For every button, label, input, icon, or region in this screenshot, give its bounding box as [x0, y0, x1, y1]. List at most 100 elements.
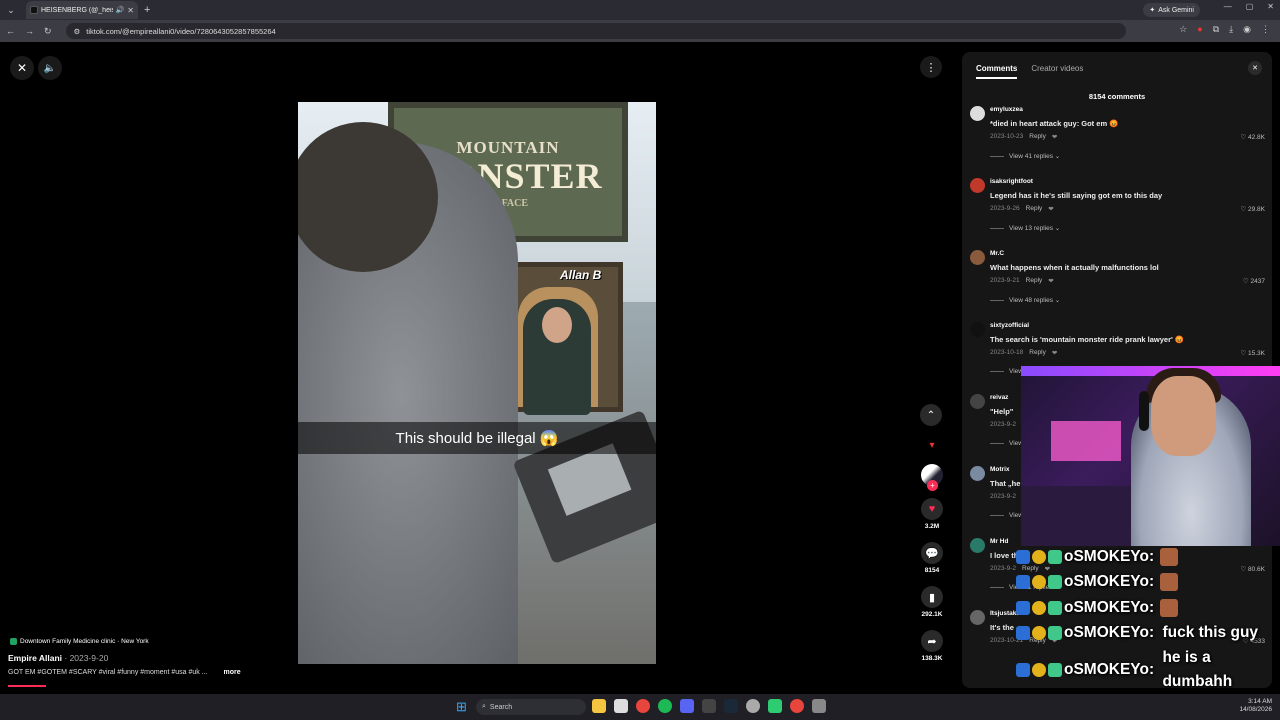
extensions-puzzle-icon[interactable]: ⧉ — [1213, 24, 1219, 35]
chat-text: fuck this guy — [1162, 624, 1259, 642]
commenter-avatar[interactable] — [970, 178, 985, 193]
save-action[interactable]: ▮ 292.1K — [921, 586, 943, 618]
commenter-avatar[interactable] — [970, 466, 985, 481]
tab-comments[interactable]: Comments — [976, 64, 1018, 79]
site-info-icon[interactable]: ⚙ — [74, 27, 81, 36]
reply-button[interactable]: Reply — [1026, 277, 1043, 285]
media-play-icon[interactable] — [768, 699, 782, 713]
view-replies-button[interactable]: View — [990, 512, 1023, 519]
back-icon[interactable]: ← — [6, 26, 15, 36]
comment-like-count[interactable]: ♡ 42.8K — [1240, 133, 1265, 141]
window-close-icon[interactable]: ✕ — [1267, 2, 1274, 11]
commenter-name[interactable]: Mr Hd — [990, 538, 1008, 545]
chat-message: oSMOKEYo: — [1016, 595, 1278, 621]
chrome-icon[interactable] — [636, 699, 650, 713]
comment-meta: 2023-10-18 Reply ❤ — [990, 349, 1057, 357]
browser-tab-active[interactable]: HEISENBERG (@_heisenbe 🔊 ✕ — [26, 1, 138, 19]
store-icon[interactable] — [614, 699, 628, 713]
comment-like-count[interactable]: ♡ 29.8K — [1240, 205, 1265, 213]
obs-icon[interactable] — [746, 699, 760, 713]
downloads-icon[interactable]: ⤓ — [1229, 24, 1233, 35]
share-action[interactable]: ➦ 138.3K — [921, 630, 943, 662]
video-player[interactable]: MOUNTAIN MONSTER IN FACE Allan B This sh… — [298, 102, 656, 664]
system-clock[interactable]: 3:14 AM 14/08/2026 — [1239, 698, 1272, 714]
more-link[interactable]: more — [224, 669, 241, 676]
app-icon[interactable] — [812, 699, 826, 713]
commenter-avatar[interactable] — [970, 106, 985, 121]
tab-creator-videos[interactable]: Creator videos — [1031, 64, 1083, 79]
clock-date: 14/08/2026 — [1239, 706, 1272, 713]
close-video-button[interactable]: ✕ — [10, 56, 34, 80]
chrome-active-icon[interactable] — [790, 699, 804, 713]
taskbar-search-label: Search — [489, 703, 513, 711]
maximize-icon[interactable]: ▢ — [1246, 2, 1254, 11]
terminal-icon[interactable] — [702, 699, 716, 713]
commenter-avatar[interactable] — [970, 538, 985, 553]
author-name[interactable]: Empire Allani — [8, 653, 62, 663]
view-replies-button[interactable]: View 13 replies ⌄ — [990, 224, 1060, 232]
steam-icon[interactable] — [724, 699, 738, 713]
extension-red-icon[interactable]: ● — [1197, 24, 1202, 35]
commenter-name[interactable]: reivaz — [990, 394, 1008, 401]
taskbar-search[interactable]: ⌕ Search — [476, 699, 586, 715]
profile-avatar-icon[interactable]: ◉ — [1243, 24, 1251, 35]
commenter-avatar[interactable] — [970, 610, 985, 625]
commenter-avatar[interactable] — [970, 322, 985, 337]
chat-message: oSMOKEYo: — [1016, 570, 1278, 596]
chat-username[interactable]: oSMOKEYo: — [1064, 548, 1154, 566]
comment-bubble-icon[interactable]: 💬 — [921, 542, 943, 564]
reply-button[interactable]: Reply — [1029, 133, 1046, 141]
like-action[interactable]: ♥ 3.2M — [921, 498, 943, 530]
windows-start-icon[interactable]: ⊞ — [456, 700, 470, 714]
view-replies-button[interactable]: View 41 replies ⌄ — [990, 152, 1060, 160]
ask-gemini-button[interactable]: ✦ Ask Gemini — [1143, 3, 1200, 17]
view-replies-button[interactable]: View — [990, 368, 1023, 375]
comment-likes-value: 2437 — [1250, 278, 1265, 285]
tab-search-icon[interactable]: ⌄ — [4, 3, 18, 17]
tab-close-icon[interactable]: ✕ — [127, 6, 134, 15]
chat-username[interactable]: oSMOKEYo: — [1064, 624, 1154, 642]
browser-menu-icon[interactable]: ⋮ — [1261, 24, 1270, 35]
commenter-avatar[interactable] — [970, 394, 985, 409]
commenter-name[interactable]: sixtyzofficial — [990, 322, 1029, 329]
panel-close-icon[interactable]: ✕ — [1248, 61, 1262, 75]
commenter-name[interactable]: Mr.C — [990, 250, 1004, 257]
discord-icon[interactable] — [680, 699, 694, 713]
sword-badge-icon — [1016, 600, 1030, 615]
minimize-icon[interactable]: — — [1224, 2, 1232, 11]
volume-button[interactable]: 🔈 — [38, 56, 62, 80]
file-explorer-icon[interactable] — [592, 699, 606, 713]
video-caption: This should be illegal 😱 — [298, 422, 656, 454]
tab-audio-icon[interactable]: 🔊 — [116, 6, 125, 14]
chat-username[interactable]: oSMOKEYo: — [1064, 573, 1154, 591]
comment-like-count[interactable]: ♡ 2437 — [1243, 277, 1265, 285]
headset-icon — [1139, 391, 1149, 431]
new-tab-plus-icon[interactable]: + — [144, 4, 150, 16]
more-options-button[interactable]: ⋮ — [920, 56, 942, 78]
view-replies-button[interactable]: View — [990, 440, 1023, 447]
bookmark-star-icon[interactable]: ☆ — [1179, 24, 1187, 35]
share-arrow-icon[interactable]: ➦ — [921, 630, 943, 652]
commenter-avatar[interactable] — [970, 250, 985, 265]
commenter-name[interactable]: isaksrightfoot — [990, 178, 1033, 185]
previous-video-button[interactable]: ⌃ — [920, 404, 942, 426]
spotify-icon[interactable] — [658, 699, 672, 713]
chat-username[interactable]: oSMOKEYo: — [1064, 658, 1154, 682]
location-tag[interactable]: Downtown Family Medicine clinic · New Yo… — [10, 636, 149, 646]
view-replies-button[interactable]: View 48 replies ⌄ — [990, 296, 1060, 304]
comment-action[interactable]: 💬 8154 — [921, 542, 943, 574]
forward-icon[interactable]: → — [25, 26, 34, 36]
comment-like-count[interactable]: ♡ 15.3K — [1240, 349, 1265, 357]
reply-button[interactable]: Reply — [1026, 205, 1043, 213]
chat-username[interactable]: oSMOKEYo: — [1064, 599, 1154, 617]
commenter-name[interactable]: emyluxzea — [990, 106, 1023, 113]
bookmark-icon[interactable]: ▮ — [921, 586, 943, 608]
commenter-name[interactable]: Motrix — [990, 466, 1010, 473]
url-field[interactable]: ⚙ tiktok.com/@empireallani0/video/728064… — [65, 23, 1126, 39]
reply-button[interactable]: Reply — [1029, 349, 1046, 357]
heart-icon[interactable]: ♥ — [921, 498, 943, 520]
reload-icon[interactable]: ↻ — [44, 26, 52, 37]
creator-avatar[interactable]: + — [921, 464, 943, 491]
follow-plus-icon[interactable]: + — [927, 480, 938, 491]
video-progress-bar[interactable] — [8, 685, 46, 687]
